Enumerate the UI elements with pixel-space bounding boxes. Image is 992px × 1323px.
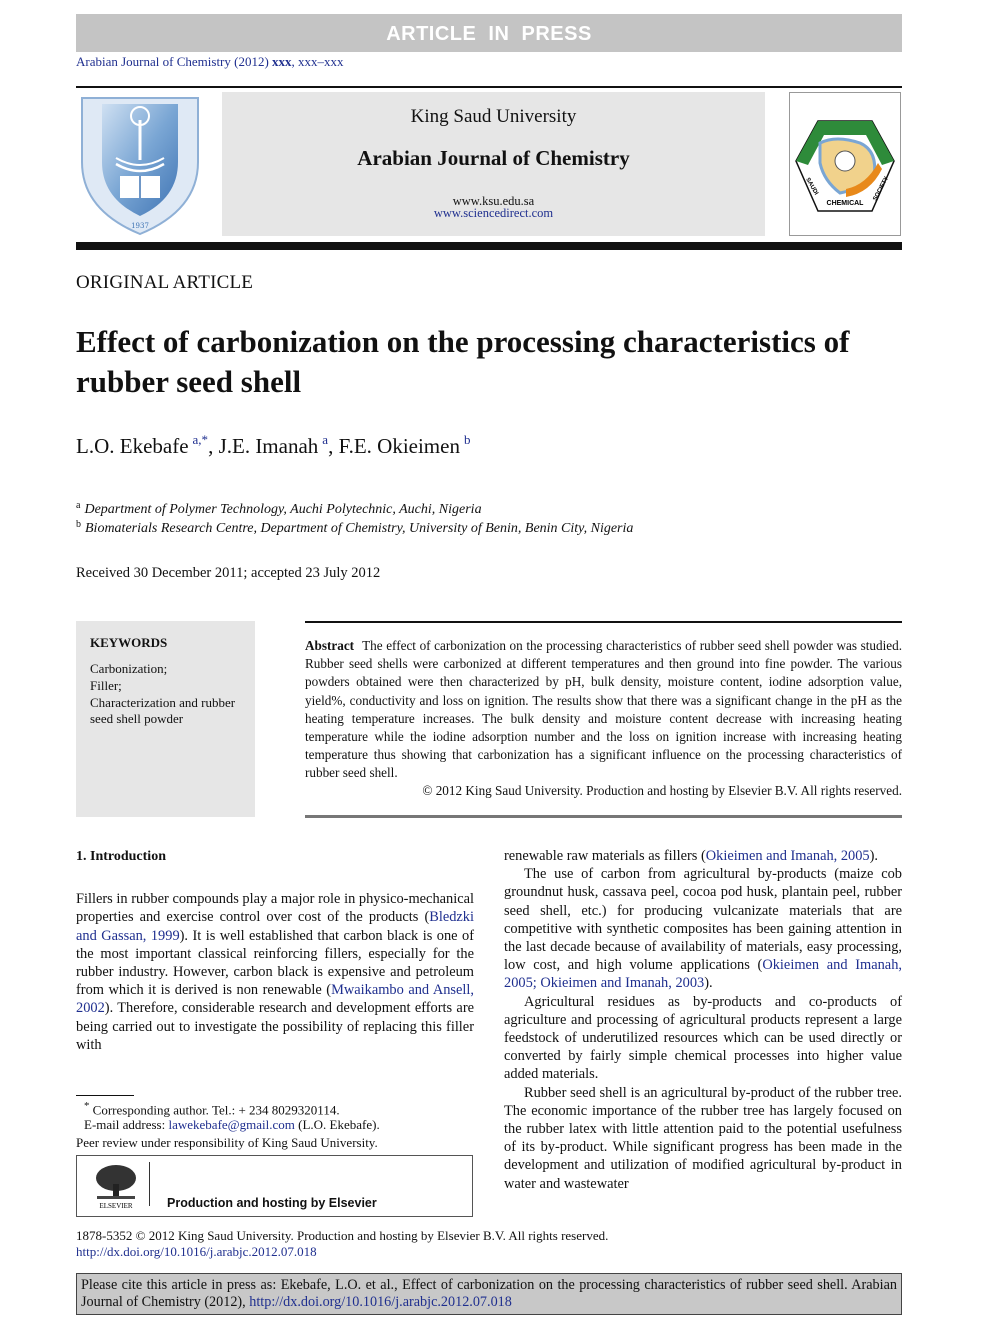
keywords-panel: KEYWORDS Carbonization; Filler; Characte… (76, 621, 255, 817)
publisher-name: King Saud University (410, 106, 577, 127)
affiliation-label: b (76, 519, 81, 530)
journal-reference[interactable]: Arabian Journal of Chemistry (2012) xxx,… (76, 54, 344, 70)
abstract-label: Abstract (305, 638, 355, 653)
keyword-item: Carbonization; (90, 661, 168, 676)
email-link[interactable]: lawekebafe@gmail.com (168, 1117, 294, 1132)
paragraph: Agricultural residues as by-products and… (504, 993, 902, 1083)
paragraph: The use of carbon from agricultural by-p… (504, 865, 902, 992)
paragraph-text: ). (704, 975, 713, 992)
abstract-copyright: © 2012 King Saud University. Production … (422, 783, 902, 798)
logo-word-chemical: CHEMICAL (827, 200, 865, 207)
citation-notice-box: Please cite this article in press as: Ek… (76, 1273, 902, 1315)
elsevier-hosting-box: ELSEVIER Production and hosting by Elsev… (76, 1155, 473, 1217)
paragraph-text: ). (869, 848, 879, 864)
paragraph-text: renewable raw materials as fillers ( (504, 848, 706, 864)
journal-ref-pages: , xxx–xxx (291, 54, 344, 69)
keyword-item: Characterization and rubber seed shell p… (90, 694, 236, 727)
sciencedirect-url-link[interactable]: www.sciencedirect.com (222, 206, 765, 221)
author-name[interactable]: J.E. Imanah (219, 434, 319, 458)
crest-year: 1937 (131, 222, 149, 230)
affiliation-text: Biomaterials Research Centre, Department… (85, 521, 634, 536)
affiliation-label: a (76, 500, 81, 511)
section-heading: 1. Introduction (76, 849, 166, 864)
doi-link[interactable]: http://dx.doi.org/10.1016/j.arabjc.2012.… (76, 1244, 317, 1260)
keywords-heading: KEYWORDS (90, 635, 168, 650)
affiliation-text: Department of Polymer Technology, Auchi … (84, 502, 482, 517)
elsevier-hosting-text: Production and hosting by Elsevier (167, 1196, 377, 1210)
email-footnote: E-mail address: lawekebafe@gmail.com (L.… (84, 1117, 380, 1133)
paragraph: renewable raw materials as fillers (Okie… (504, 847, 902, 865)
citation-link[interactable]: Okieimen and Imanah, 2005 (706, 848, 870, 864)
body-column-right: renewable raw materials as fillers (Okie… (504, 847, 902, 1193)
author-affiliation-link[interactable]: b (464, 432, 471, 447)
footnote-text: Corresponding author. Tel.: + 234 802932… (92, 1102, 340, 1118)
article-title: Effect of carbonization on the processin… (76, 324, 850, 399)
email-suffix: (L.O. Ekebafe). (294, 1117, 380, 1132)
abstract-text: The effect of carbonization on the proce… (305, 638, 902, 781)
author-affiliation-link[interactable]: a,* (193, 432, 209, 447)
corresponding-author-footnote: * Corresponding author. Tel.: + 234 8029… (84, 1100, 340, 1118)
abstract-bottom-rule (305, 815, 902, 818)
author-name[interactable]: F.E. Okieimen (339, 434, 460, 458)
logo-divider (149, 1162, 150, 1206)
citation-doi-link[interactable]: http://dx.doi.org/10.1016/j.arabjc.2012.… (249, 1294, 512, 1310)
article-type: ORIGINAL ARTICLE (76, 272, 254, 293)
author-name[interactable]: L.O. Ekebafe (76, 434, 189, 458)
masthead-top-rule (76, 86, 902, 88)
journal-ref-volume: xxx (272, 54, 292, 69)
keyword-item: Filler; (90, 677, 122, 693)
paragraph: Fillers in rubber compounds play a major… (76, 890, 474, 1054)
abstract-top-rule (305, 621, 902, 623)
paragraph: Rubber seed shell is an agricultural by-… (504, 1084, 902, 1192)
email-label: E-mail address: (84, 1117, 169, 1132)
footnote-rule (76, 1095, 134, 1096)
paragraph-text: Fillers in rubber compounds play a major… (76, 891, 474, 926)
elsevier-tree-logo-icon: ELSEVIER (93, 1162, 139, 1210)
body-column-left: 1. Introduction Fillers in rubber compou… (76, 848, 474, 1054)
elsevier-wordmark: ELSEVIER (99, 1202, 132, 1210)
journal-name: Arabian Journal of Chemistry (357, 146, 630, 170)
peer-review-note: Peer review under responsibility of King… (76, 1135, 378, 1150)
masthead-bottom-rule (76, 242, 902, 250)
affiliation: b Biomaterials Research Centre, Departmen… (76, 519, 633, 537)
article-in-press-banner: ARTICLE IN PRESS (76, 14, 902, 52)
journal-ref-prefix: Arabian Journal of Chemistry (2012) (76, 54, 273, 69)
affiliation: a Department of Polymer Technology, Auchi… (76, 500, 482, 518)
author-affiliation-link[interactable]: a (322, 432, 328, 447)
paragraph-text: ). Therefore, considerable research and … (76, 1000, 474, 1053)
journal-masthead: King Saud University Arabian Journal of … (222, 92, 765, 236)
author-list: L.O. Ekebafe a,*, J.E. Imanah a, F.E. Okie… (76, 432, 471, 458)
king-saud-university-crest-icon: 1937 (76, 92, 204, 238)
saudi-chemical-society-logo-icon: CHEMICAL SAUDI SOCIETY (789, 92, 901, 236)
received-dates: Received 30 December 2011; accepted 23 J… (76, 565, 381, 581)
abstract: Abstract The effect of carbonization on t… (305, 637, 902, 783)
issn-copyright-line: 1878-5352 © 2012 King Saud University. P… (76, 1228, 609, 1243)
